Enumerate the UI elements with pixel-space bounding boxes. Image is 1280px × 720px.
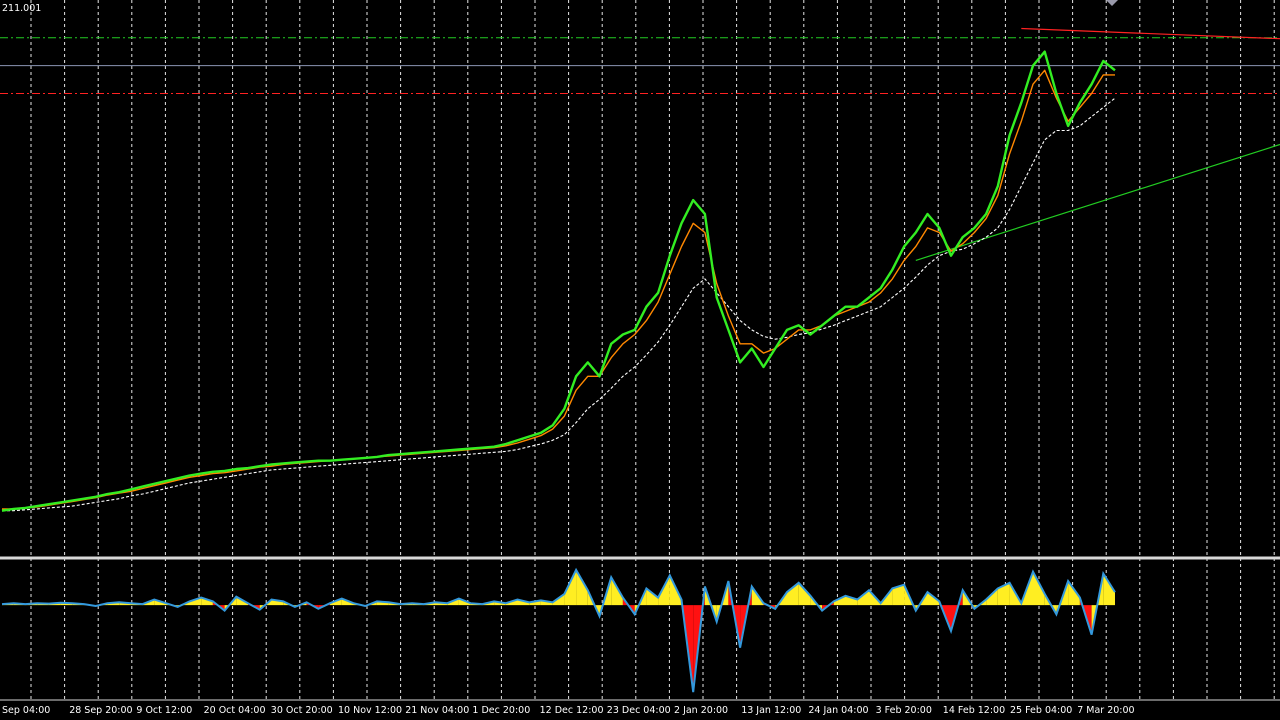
trendline xyxy=(1021,27,1280,40)
time-label: 24 Jan 04:00 xyxy=(808,705,868,716)
price-chart[interactable]: Sep 04:00 28 Sep 20:00 9 Oct 12:00 20 Oct 0… xyxy=(0,0,1280,720)
time-label: 2 Jan 20:00 xyxy=(674,705,728,716)
time-label: 12 Dec 12:00 xyxy=(540,705,604,716)
time-label: 23 Dec 04:00 xyxy=(607,705,671,716)
time-axis-labels: Sep 04:00 28 Sep 20:00 9 Oct 12:00 20 Oct 0… xyxy=(2,705,1135,716)
time-label: 7 Mar 20:00 xyxy=(1077,705,1134,716)
oscillator-line xyxy=(1,567,1116,693)
price-series xyxy=(1,50,1116,512)
time-label: 20 Oct 04:00 xyxy=(204,705,266,716)
series-line xyxy=(2,69,1115,510)
oscillator-subwindow xyxy=(1,567,1116,693)
horizontal-levels xyxy=(0,37,1280,94)
oscillator-fill xyxy=(787,582,799,606)
series-line xyxy=(1,50,1116,512)
trendlines xyxy=(915,27,1280,261)
trendline xyxy=(915,143,1280,261)
price-label: 211.001 xyxy=(2,3,41,14)
time-label: 28 Sep 20:00 xyxy=(69,705,132,716)
time-label: 1 Dec 20:00 xyxy=(472,705,530,716)
time-label: Sep 04:00 xyxy=(2,705,50,716)
time-label: 25 Feb 04:00 xyxy=(1010,705,1072,716)
time-label: 13 Jan 12:00 xyxy=(741,705,801,716)
scroll-marker-icon[interactable] xyxy=(1106,0,1118,6)
time-label: 10 Nov 12:00 xyxy=(338,705,402,716)
series-line xyxy=(2,97,1116,512)
time-label: 14 Feb 12:00 xyxy=(943,705,1005,716)
time-label: 9 Oct 12:00 xyxy=(136,705,192,716)
time-label: 30 Oct 20:00 xyxy=(271,705,333,716)
time-label: 21 Nov 04:00 xyxy=(405,705,469,716)
time-label: 3 Feb 20:00 xyxy=(876,705,932,716)
